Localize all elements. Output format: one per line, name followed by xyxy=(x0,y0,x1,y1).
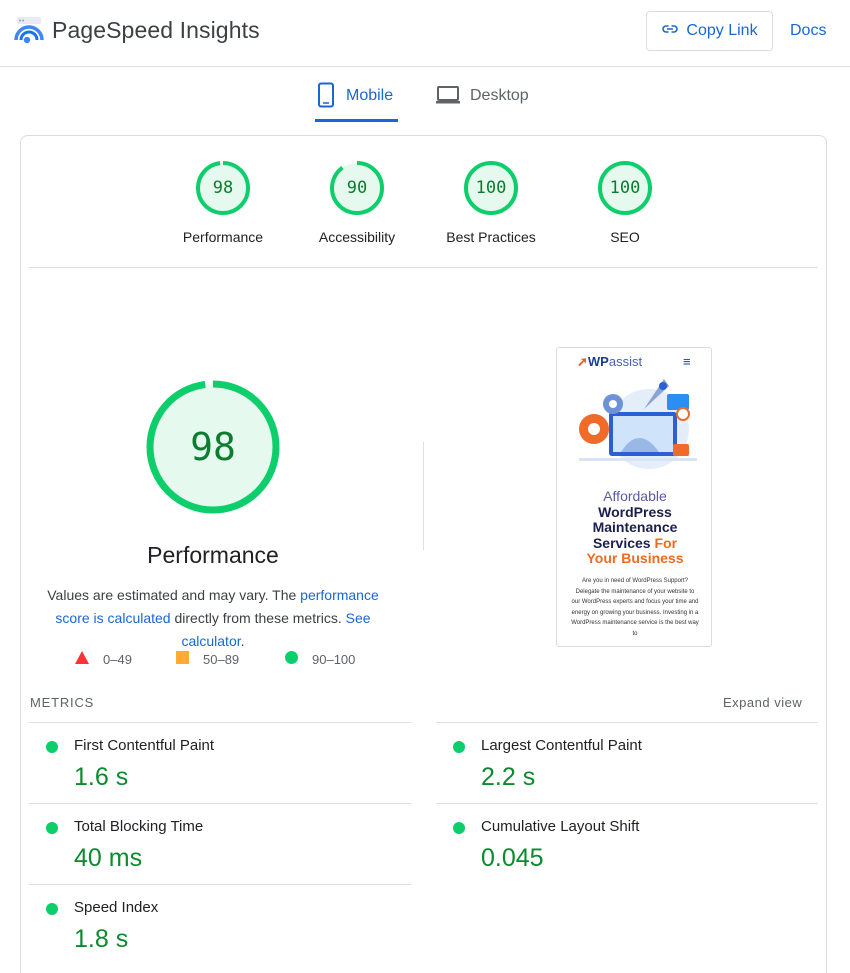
score-accessibility[interactable]: 90 Accessibility xyxy=(297,160,417,245)
logo-text: WP xyxy=(587,354,609,369)
pass-dot-icon xyxy=(453,822,465,834)
score-label: SEO xyxy=(610,229,640,245)
performance-description: Values are estimated and may vary. The p… xyxy=(30,584,396,653)
metric-cumulative-layout-shift: Cumulative Layout Shift 0.045 xyxy=(436,803,818,884)
metric-largest-contentful-paint: Largest Contentful Paint 2.2 s xyxy=(436,722,818,803)
metric-value: 0.045 xyxy=(481,844,544,872)
tab-mobile[interactable]: Mobile xyxy=(315,82,398,122)
heading-part: For xyxy=(654,534,678,551)
red-triangle-icon xyxy=(75,651,89,667)
link-icon xyxy=(661,22,679,40)
rocket-icon: ➚ xyxy=(577,354,588,369)
metrics-heading: METRICS xyxy=(30,695,95,710)
score-label: Accessibility xyxy=(318,229,396,245)
legend-fail: 0–49 xyxy=(75,651,132,667)
score-value: 90 xyxy=(346,178,368,198)
metric-value: 40 ms xyxy=(74,844,143,872)
score-label: Best Practices xyxy=(446,229,536,245)
page-screenshot-thumbnail: ➚WPassist ≡ Affordable WordPress Mainten… xyxy=(556,347,712,647)
score-gauge: 90 xyxy=(329,160,385,216)
score-value: 100 xyxy=(609,178,641,198)
docs-link[interactable]: Docs xyxy=(790,22,826,40)
performance-score: 98 xyxy=(190,425,236,469)
heading-line: Affordable xyxy=(603,488,667,504)
metric-name: Largest Contentful Paint xyxy=(481,737,642,754)
desc-text: directly from these metrics. xyxy=(170,610,346,626)
metric-first-contentful-paint: First Contentful Paint 1.6 s xyxy=(29,722,411,803)
top-header: PageSpeed Insights Copy Link Docs xyxy=(0,0,850,67)
legend-average: 50–89 xyxy=(176,651,239,667)
metric-value: 1.6 s xyxy=(74,763,129,791)
thumbnail-body-text: Are you in need of WordPress Support? De… xyxy=(571,578,699,637)
metric-name: Total Blocking Time xyxy=(74,818,204,835)
pass-dot-icon xyxy=(453,741,465,753)
copy-link-label: Copy Link xyxy=(686,22,758,39)
metric-value: 1.8 s xyxy=(74,925,129,953)
wpassist-logo: ➚WPassist xyxy=(577,354,642,370)
pass-dot-icon xyxy=(46,822,58,834)
pass-dot-icon xyxy=(46,903,58,915)
app-title: PageSpeed Insights xyxy=(52,17,260,43)
legend-label: 90–100 xyxy=(312,651,356,667)
tab-desktop[interactable]: Desktop xyxy=(435,82,529,122)
legend-label: 50–89 xyxy=(203,651,240,667)
desktop-laptop-icon xyxy=(435,84,461,111)
heading-line: Services For xyxy=(561,534,709,552)
score-value: 100 xyxy=(475,178,507,198)
legend-pass: 90–100 xyxy=(285,651,355,667)
pagespeed-logo-icon[interactable] xyxy=(14,16,44,46)
metric-value: 2.2 s xyxy=(481,763,536,791)
heading-part: Services xyxy=(592,534,655,551)
desc-text: . xyxy=(240,633,245,649)
metric-total-blocking-time: Total Blocking Time 40 ms xyxy=(29,803,411,884)
logo-text: assist xyxy=(608,354,643,369)
tab-desktop-label: Desktop xyxy=(470,87,529,104)
score-performance[interactable]: 98 Performance xyxy=(163,160,283,245)
performance-gauge: 98 xyxy=(144,378,282,516)
score-value: 98 xyxy=(212,178,234,198)
score-gauge: 100 xyxy=(597,160,653,216)
score-label: Performance xyxy=(182,229,264,245)
performance-title: Performance xyxy=(147,542,279,568)
mobile-phone-icon xyxy=(315,82,337,113)
score-seo[interactable]: 100 SEO xyxy=(565,160,685,245)
vertical-divider xyxy=(423,442,424,550)
hero-illustration-image xyxy=(579,379,697,469)
section-divider xyxy=(29,267,818,268)
metric-name: First Contentful Paint xyxy=(74,737,215,754)
heading-line: Your Business xyxy=(586,550,684,566)
orange-square-icon xyxy=(176,651,189,667)
score-best-practices[interactable]: 100 Best Practices xyxy=(431,160,551,245)
hamburger-menu-icon: ≡ xyxy=(683,354,691,369)
expand-view-button[interactable]: Expand view xyxy=(723,695,802,710)
pass-dot-icon xyxy=(46,741,58,753)
desc-text: Values are estimated and may vary. The xyxy=(47,587,301,603)
score-gauge: 100 xyxy=(463,160,519,216)
metric-name: Cumulative Layout Shift xyxy=(481,818,640,835)
heading-line: WordPress xyxy=(598,503,672,520)
score-gauge: 98 xyxy=(195,160,251,216)
heading-line: Maintenance xyxy=(592,519,678,535)
tab-mobile-label: Mobile xyxy=(346,87,394,104)
metric-name: Speed Index xyxy=(74,899,159,916)
legend-label: 0–49 xyxy=(103,651,132,667)
metric-speed-index: Speed Index 1.8 s xyxy=(29,884,411,965)
copy-link-button[interactable]: Copy Link xyxy=(646,11,773,51)
green-circle-icon xyxy=(285,651,298,667)
thumbnail-heading: Affordable WordPress Maintenance Service… xyxy=(561,488,709,567)
